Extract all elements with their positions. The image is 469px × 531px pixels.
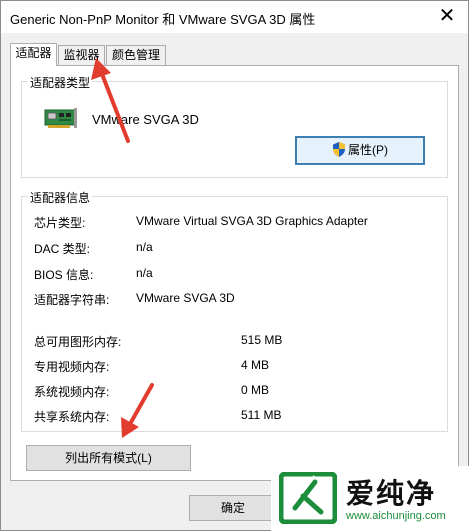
arrow-to-monitor-tab [91, 58, 130, 143]
watermark: 爱纯净 www.aichunjing.com [271, 466, 469, 531]
annotation-arrows [91, 58, 154, 438]
tab-adapter[interactable]: 适配器 [10, 43, 57, 66]
watermark-logo-icon [279, 472, 337, 524]
watermark-name: 爱纯净 [346, 477, 437, 510]
arrow-to-list-modes [121, 383, 154, 438]
watermark-url: www.aichunjing.com [346, 510, 446, 522]
